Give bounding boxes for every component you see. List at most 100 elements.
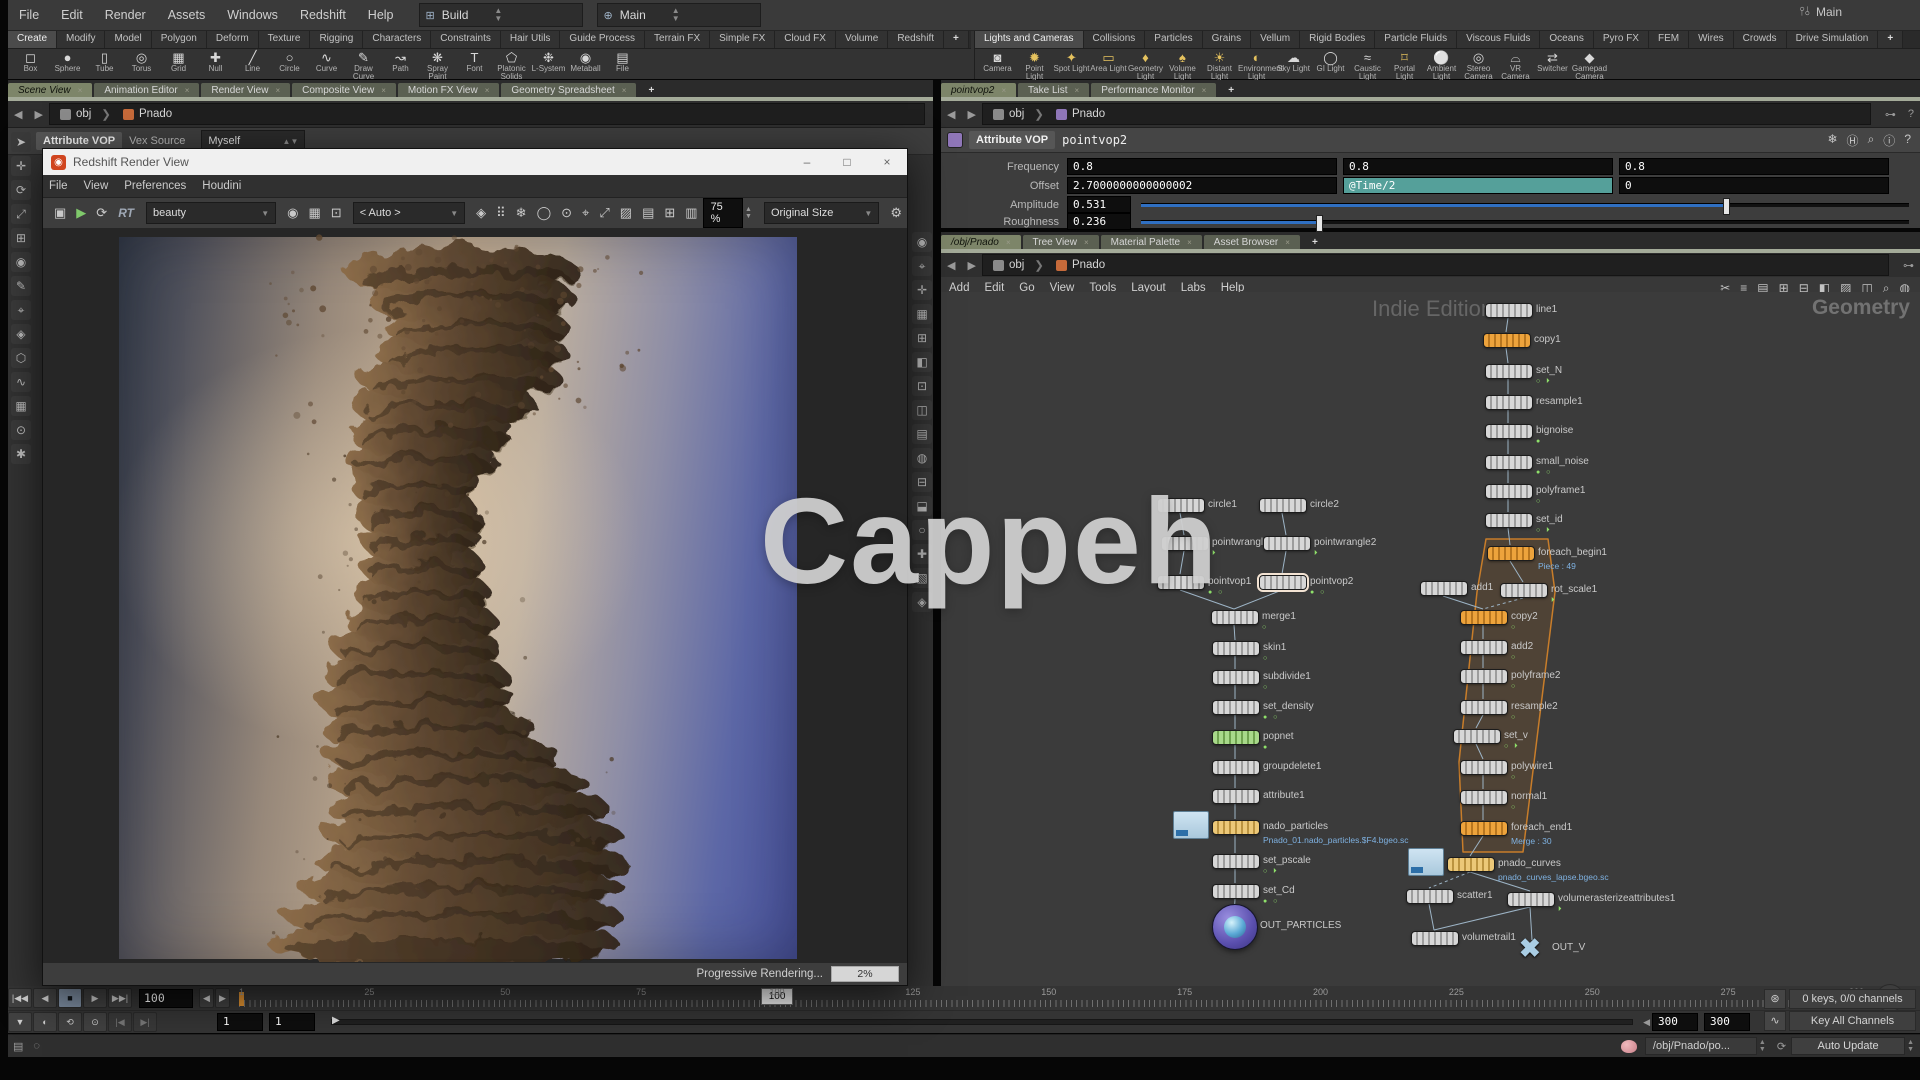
scoped-channels-icon[interactable]: ⊛ (1764, 989, 1786, 1009)
shelf-tool-draw-curve[interactable]: ✎Draw Curve (345, 50, 382, 81)
playback-start-field[interactable]: 1 (269, 1013, 315, 1031)
shelf-tab-+[interactable]: + (1878, 31, 1903, 48)
forward-icon[interactable]: ▶ (28, 108, 48, 121)
maximize-button[interactable]: □ (827, 155, 867, 169)
shelf-tab-oceans[interactable]: Oceans (1540, 31, 1593, 48)
window-titlebar[interactable]: ◉ Redshift Render View – □ × (43, 149, 907, 175)
node-set_id[interactable] (1485, 513, 1533, 528)
magnify-icon[interactable]: ◯ (537, 205, 552, 221)
node-add2[interactable] (1460, 640, 1508, 655)
shelf-tool-l-system[interactable]: ❉L-System (530, 50, 567, 73)
breadcrumb-pnado[interactable]: Pnado (1050, 108, 1111, 120)
pane-tab-geometry-spreadsheet[interactable]: Geometry Spreadsheet× (501, 83, 636, 97)
node-pointvop2[interactable] (1259, 575, 1307, 590)
shelf-tool-sky-light[interactable]: ☁Sky Light (1275, 50, 1312, 73)
shelf-tab-model[interactable]: Model (105, 31, 151, 48)
shelf-tab-rigging[interactable]: Rigging (310, 31, 363, 48)
shelf-tab-modify[interactable]: Modify (57, 31, 105, 48)
close-tab-icon[interactable]: × (1001, 86, 1006, 95)
node-OUT_PARTICLES[interactable] (1212, 904, 1258, 950)
pane-tab-asset-browser[interactable]: Asset Browser× (1204, 235, 1300, 249)
search-icon[interactable]: ⌕ (1868, 132, 1875, 149)
timeline[interactable]: 100 1255075100125150175200225250275300 (239, 988, 1864, 1008)
right-path-field[interactable]: obj❯ Pnado (982, 103, 1871, 125)
close-tab-icon[interactable]: × (1006, 238, 1011, 247)
breadcrumb-pnado[interactable]: Pnado (1050, 259, 1111, 271)
snap-icon[interactable]: ◉ (11, 252, 31, 272)
pane-tab--[interactable]: + (1218, 83, 1244, 97)
shelf-tab-simple-fx[interactable]: Simple FX (710, 31, 775, 48)
rsw-menu-file[interactable]: File (49, 180, 68, 192)
pane-tab-animation-editor[interactable]: Animation Editor× (94, 83, 199, 97)
shelf-tool-metaball[interactable]: ◉Metaball (567, 50, 604, 73)
shelf-tool-area-light[interactable]: ▭Area Light (1090, 50, 1127, 73)
node-groupdelete1[interactable] (1212, 760, 1260, 775)
close-tab-icon[interactable]: × (381, 86, 386, 95)
pane-tab-scene-view[interactable]: Scene View× (8, 83, 92, 97)
grid-icon[interactable]: ▦ (11, 396, 31, 416)
select-tool-icon[interactable]: ➤ (11, 132, 31, 152)
node-copy2[interactable] (1460, 610, 1508, 625)
file-icon[interactable]: ▥ (685, 205, 697, 221)
node-volumetrail1[interactable] (1411, 931, 1459, 946)
breadcrumb-pnado[interactable]: Pnado (117, 108, 178, 120)
node-subdivide1[interactable] (1212, 670, 1260, 685)
shelf-tool-ambient-light[interactable]: ⚪Ambient Light (1423, 50, 1460, 81)
desktop-select[interactable]: ⊞ Build ▲▼ (419, 3, 583, 27)
gear-icon[interactable]: ⚙ (890, 205, 902, 221)
rsw-menu-view[interactable]: View (84, 180, 109, 192)
shelf-tool-volume-light[interactable]: ♠Volume Light (1164, 50, 1201, 81)
curve-icon[interactable]: ∿ (11, 372, 31, 392)
node-bignoise[interactable] (1485, 424, 1533, 439)
stop-button[interactable]: ■ (58, 988, 82, 1008)
snapshot-icon[interactable]: ▤ (642, 205, 654, 221)
path-stepper[interactable]: ▲▼ (1759, 1039, 1766, 1053)
forward-icon[interactable]: ▶ (961, 259, 981, 272)
pivot-icon[interactable]: ⊙ (11, 420, 31, 440)
save-image-icon[interactable]: ▣ (54, 205, 66, 221)
shade-icon[interactable]: ◍ (912, 448, 932, 468)
pane-tab-tree-view[interactable]: Tree View× (1023, 235, 1099, 249)
refresh-icon[interactable]: ⟳ (1777, 1040, 1786, 1053)
shelf-tool-distant-light[interactable]: ☀Distant Light (1201, 50, 1238, 81)
pane-tab-material-palette[interactable]: Material Palette× (1101, 235, 1202, 249)
shelf-tool-null[interactable]: ✚Null (197, 50, 234, 73)
channel-editor-icon[interactable]: ∿ (1764, 1011, 1786, 1031)
node-foreach_begin1[interactable] (1487, 546, 1535, 561)
target-icon[interactable]: ⊙ (561, 205, 572, 221)
shelf-tab-guide-process[interactable]: Guide Process (560, 31, 645, 48)
node-circle2[interactable] (1259, 498, 1307, 513)
shelf-tab-crowds[interactable]: Crowds (1734, 31, 1787, 48)
misc-tool-icon[interactable]: ✱ (11, 444, 31, 464)
shelf-tool-vr-camera[interactable]: ⌓VR Camera (1497, 50, 1534, 81)
current-node-path-field[interactable]: /obj/Pnado/po... (1645, 1037, 1757, 1055)
attr-panel-node-name[interactable]: pointvop2 (1062, 133, 1127, 147)
shelf-tab-cloud-fx[interactable]: Cloud FX (775, 31, 836, 48)
crop-icon[interactable]: ⊡ (331, 205, 342, 221)
prev-key-button[interactable]: |◀ (108, 1012, 132, 1032)
roughness-field[interactable]: 0.236 (1067, 213, 1131, 230)
frequency-x-field[interactable]: 0.8 (1067, 158, 1337, 175)
pane-tab-performance-monitor[interactable]: Performance Monitor× (1091, 83, 1216, 97)
node-skin1[interactable] (1212, 641, 1260, 656)
shelf-tab-particles[interactable]: Particles (1145, 31, 1202, 48)
shelf-tool-grid[interactable]: ▦Grid (160, 50, 197, 73)
frequency-y-field[interactable]: 0.8 (1343, 158, 1613, 175)
range-end-field[interactable]: 300 (1704, 1013, 1750, 1031)
add-snapshot-icon[interactable]: ⊞ (664, 205, 675, 221)
shelf-tab-deform[interactable]: Deform (207, 31, 259, 48)
pin-icon[interactable]: ⌖ (912, 256, 932, 276)
node-popnet[interactable] (1212, 730, 1260, 745)
shelf-tool-environment-light[interactable]: ◐Environment Light (1238, 50, 1275, 81)
node-polyframe1[interactable] (1485, 484, 1533, 499)
pixel-grid-icon[interactable]: ▦ (308, 205, 320, 221)
minimize-button[interactable]: – (787, 155, 827, 169)
shelf-tab-lights-and-cameras[interactable]: Lights and Cameras (975, 31, 1084, 48)
breadcrumb-obj[interactable]: obj❯ (987, 107, 1050, 121)
close-button[interactable]: × (867, 155, 907, 169)
breadcrumb-obj[interactable]: obj❯ (987, 258, 1050, 272)
shelf-tool-tube[interactable]: ▯Tube (86, 50, 123, 73)
pane-tab-take-list[interactable]: Take List× (1018, 83, 1089, 97)
shelf-tab-pyro-fx[interactable]: Pyro FX (1594, 31, 1649, 48)
shelf-tab-particle-fluids[interactable]: Particle Fluids (1375, 31, 1457, 48)
